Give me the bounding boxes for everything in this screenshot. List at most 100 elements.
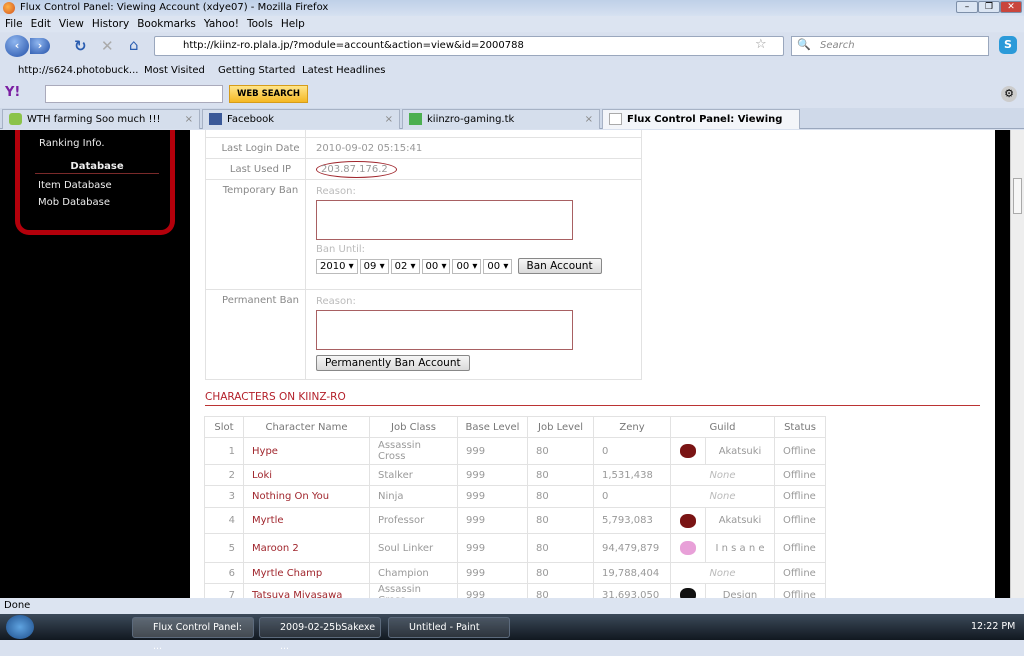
menu-yahoo[interactable]: Yahoo! [204,18,239,30]
close-tab-icon[interactable]: × [385,110,393,129]
character-name-link[interactable]: Loki [243,464,370,486]
job-class: Champion [369,562,458,584]
stop-icon[interactable]: ✕ [101,37,114,55]
scrollbar-thumb[interactable] [1013,178,1022,214]
col-status: Status [774,416,826,438]
menu-view[interactable]: View [59,18,84,30]
sidebar-item-ranking[interactable]: Ranking Info. [39,138,105,149]
status: Offline [774,533,826,563]
start-button[interactable] [6,615,34,639]
guild-name[interactable]: I n s a n e [705,533,775,563]
guild-name[interactable]: Akatsuki [705,437,775,465]
table-row: 7Tatsuya MiyasawaAssassin Cross9998031,6… [204,583,826,598]
bookmark-latest-headlines[interactable]: Latest Headlines [302,61,386,81]
character-name-link[interactable]: Maroon 2 [243,533,370,563]
zeny: 0 [593,485,671,508]
zeny: 0 [593,437,671,465]
year-select[interactable]: 2010 ▾ [316,259,358,274]
ban-account-button[interactable]: Ban Account [517,258,602,274]
taskbar-item-firefox[interactable]: Flux Control Panel: ... [132,617,254,652]
permanently-ban-button[interactable]: Permanently Ban Account [316,355,470,371]
yahoo-search-input[interactable] [45,85,223,103]
base-level: 999 [457,464,528,486]
character-name-link[interactable]: Tatsuya Miyasawa [243,583,370,598]
search-engine-icon[interactable]: 🔍 [797,38,811,51]
job-class: Assassin Cross [369,437,458,465]
close-tab-icon[interactable]: × [185,110,193,129]
web-search-button[interactable]: WEB SEARCH [229,85,308,103]
tab-kiinzro[interactable]: kiinzro-gaming.tk × [402,109,600,129]
menu-history[interactable]: History [92,18,129,30]
job-level: 80 [527,485,594,508]
slot: 4 [204,507,244,534]
skype-icon[interactable]: S [999,36,1017,54]
back-button[interactable]: ‹ [5,35,29,57]
guild-emblem-icon [680,513,696,528]
menu-tools[interactable]: Tools [247,18,273,30]
tab-flux-control-panel[interactable]: Flux Control Panel: Viewing Acco...× [602,109,800,144]
yahoo-logo-icon[interactable]: Y! [5,85,20,100]
bookmark-star-icon[interactable]: ☆ [755,37,767,52]
minute-select[interactable]: 00 ▾ [452,259,482,274]
last-login-value: 2010-09-02 05:15:41 [305,137,642,159]
taskbar-item-image[interactable]: 2009-02-25bSakexe ... [259,617,381,652]
month-select[interactable]: 09 ▾ [359,259,389,274]
temp-ban-reason-input[interactable] [316,200,573,240]
home-icon[interactable]: ⌂ [129,36,139,54]
job-class: Professor [369,507,458,534]
guild-none: None [670,464,775,486]
gear-icon[interactable]: ⚙ [1001,86,1017,102]
menu-bar: File Edit View History Bookmarks Yahoo! Tools H… [0,16,1024,32]
day-select[interactable]: 02 ▾ [390,259,420,274]
zeny: 5,793,083 [593,507,671,534]
menu-file[interactable]: File [5,18,23,30]
guild-emblem-icon [680,541,696,555]
vertical-scrollbar[interactable] [1010,130,1024,598]
menu-edit[interactable]: Edit [31,18,51,30]
character-name-link[interactable]: Hype [243,437,370,465]
forward-button[interactable]: › [30,38,50,54]
taskbar-item-paint[interactable]: Untitled - Paint [388,617,510,638]
menu-bookmarks[interactable]: Bookmarks [137,18,196,30]
character-name-link[interactable]: Nothing On You [243,485,370,508]
slot: 5 [204,533,244,563]
job-level: 80 [527,464,594,486]
table-row: 4 Myrtle Professor 999 80 5,793,083 Akatsuki Of… [204,507,826,534]
reason-label: Reason: [316,186,356,197]
job-level: 80 [527,437,594,465]
clock[interactable]: 12:22 PM [971,621,1015,632]
tab-facebook[interactable]: Facebook × [202,109,400,129]
guild-name[interactable]: Akatsuki [705,507,775,534]
col-job-class: Job Class [369,416,458,438]
close-window-button[interactable]: ✕ [1000,1,1022,13]
status: Offline [774,583,826,598]
minimize-button[interactable]: – [956,1,978,13]
bookmark-most-visited[interactable]: Most Visited [144,61,205,81]
character-name-link[interactable]: Myrtle [243,507,370,534]
perm-ban-reason-input[interactable] [316,310,573,350]
facebook-icon [209,113,222,125]
reload-icon[interactable]: ↻ [74,37,87,55]
second-select[interactable]: 00 ▾ [483,259,513,274]
url-bar[interactable]: http://kiinz-ro.plala.jp/?module=account… [154,36,784,56]
close-tab-icon[interactable]: × [585,110,593,129]
slot: 3 [204,485,244,508]
bookmark-getting-started[interactable]: Getting Started [218,61,295,81]
taskbar: Flux Control Panel: ... 2009-02-25bSakex… [0,614,1024,652]
menu-help[interactable]: Help [281,18,305,30]
character-name-link[interactable]: Myrtle Champ [243,562,370,584]
guild-name[interactable]: Design [705,583,775,598]
status: Offline [774,437,826,465]
base-level: 999 [457,533,528,563]
bookmark-photobucket[interactable]: http://s624.photobuck... [18,61,138,81]
hour-select[interactable]: 00 ▾ [421,259,451,274]
sidebar-item-item-database[interactable]: Item Database [38,180,112,191]
restore-button[interactable]: ❐ [978,1,1000,13]
status: Offline [774,464,826,486]
search-input[interactable]: Search [791,36,989,56]
job-level: 80 [527,507,594,534]
col-job-level: Job Level [527,416,594,438]
table-row: 1 Hype Assassin Cross 999 80 0 Akatsuki Offline [204,437,826,465]
tab-wth-farming[interactable]: WTH farming Soo much !!! × [2,109,200,129]
sidebar-item-mob-database[interactable]: Mob Database [38,197,110,208]
